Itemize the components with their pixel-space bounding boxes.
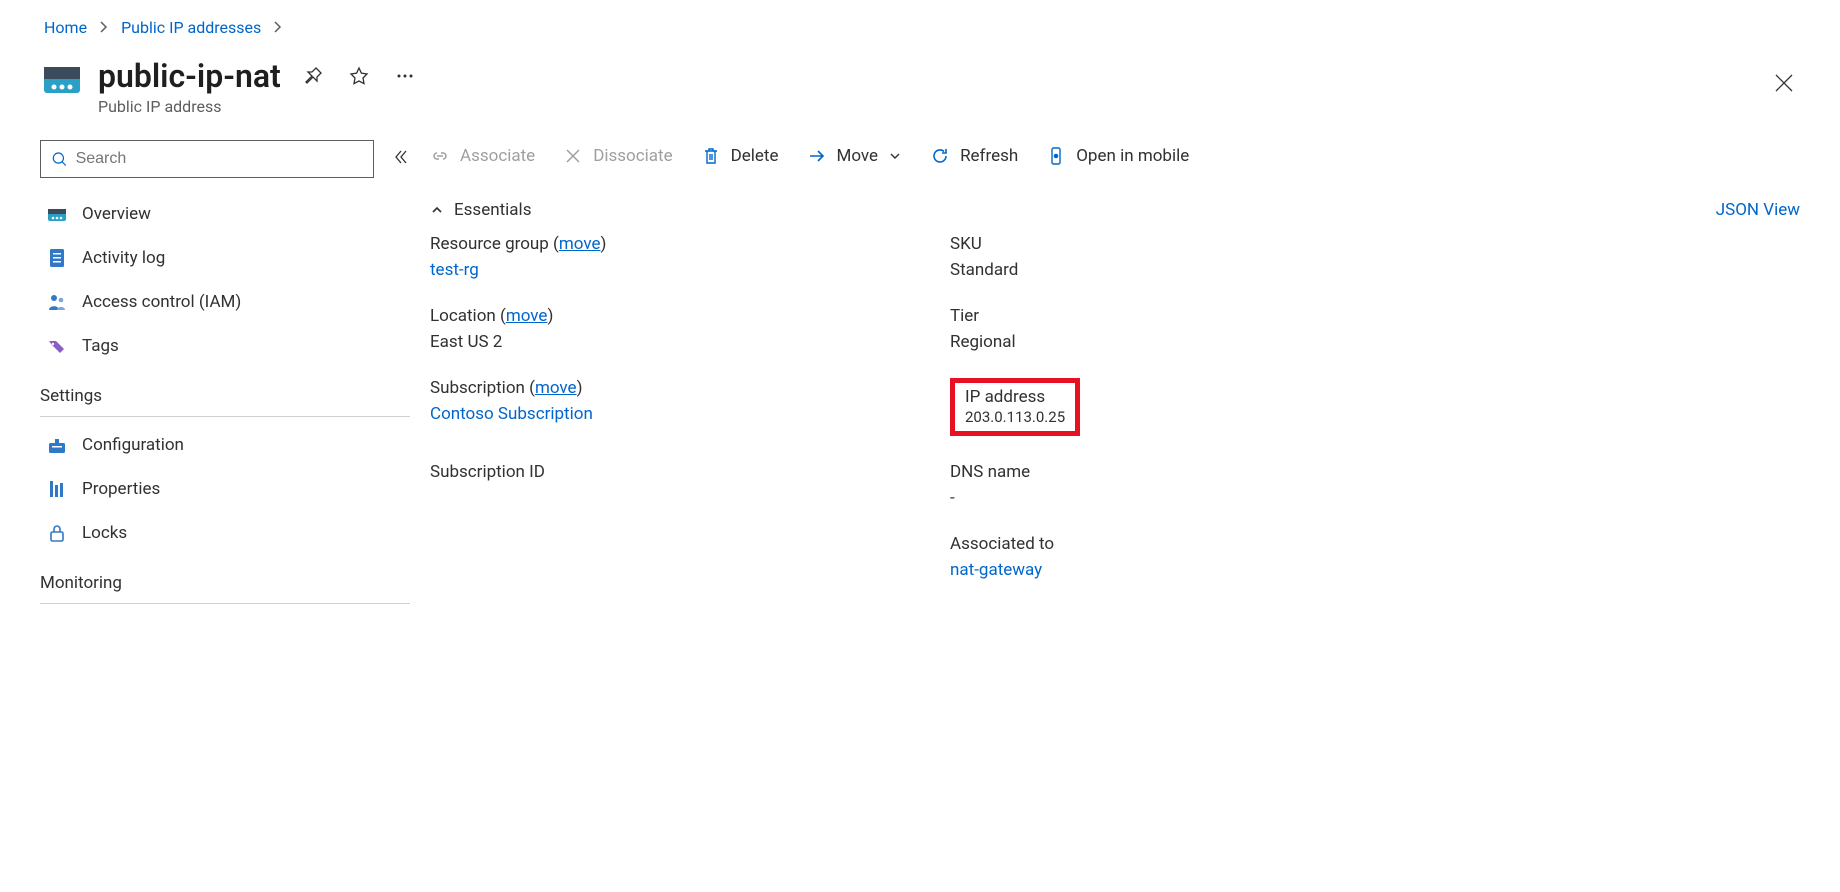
toolbar: Associate Dissociate Delete Move Refresh [430,140,1800,186]
refresh-icon [930,146,950,166]
sidebar-item-locks[interactable]: Locks [40,511,410,555]
delete-button[interactable]: Delete [701,146,779,166]
sidebar-item-label: Access control (IAM) [82,292,241,312]
essentials-header: Essentials JSON View [430,186,1800,234]
subscription-link[interactable]: Contoso Subscription [430,404,950,424]
breadcrumb-sep-icon [273,18,283,37]
chevron-up-icon [430,203,444,217]
ess-location: Location (move) East US 2 [430,306,950,352]
ess-tier: Tier Regional [950,306,1800,352]
page-subtitle: Public IP address [98,97,419,116]
sidebar-item-configuration[interactable]: Configuration [40,423,410,467]
section-monitoring: Monitoring [40,555,410,604]
sidebar-item-overview[interactable]: Overview [40,192,410,236]
tags-icon [46,335,68,357]
ess-sku: SKU Standard [950,234,1800,280]
ess-associated-to: Associated to nat-gateway [950,534,1800,580]
public-ip-icon [40,57,84,101]
sidebar-item-label: Locks [82,523,127,543]
iam-icon [46,291,68,313]
associate-button: Associate [430,146,535,166]
arrow-right-icon [807,146,827,166]
sidebar-item-label: Activity log [82,248,165,268]
ess-subscription-id: Subscription ID [430,462,950,508]
highlight-box: IP address 203.0.113.0.25 [950,378,1080,436]
sidebar-item-access-control[interactable]: Access control (IAM) [40,280,410,324]
chevron-down-icon [888,149,902,163]
sidebar-item-label: Tags [82,336,119,356]
sidebar-item-tags[interactable]: Tags [40,324,410,368]
ess-subscription: Subscription (move) Contoso Subscription [430,378,950,436]
search-input[interactable] [40,140,374,178]
sidebar: Overview Activity log Access control (IA… [0,140,430,610]
sidebar-item-activity-log[interactable]: Activity log [40,236,410,280]
move-link[interactable]: move [535,378,577,398]
ess-resource-group: Resource group (move) test-rg [430,234,950,280]
pin-button[interactable] [299,62,327,90]
sidebar-item-label: Overview [82,204,151,224]
x-icon [563,146,583,166]
open-mobile-button[interactable]: Open in mobile [1046,146,1189,166]
mobile-icon [1046,146,1066,166]
json-view-link[interactable]: JSON View [1716,200,1800,220]
breadcrumb: Home Public IP addresses [0,0,1840,47]
move-link[interactable]: move [559,234,601,254]
essentials-toggle[interactable]: Essentials [430,200,531,220]
locks-icon [46,522,68,544]
sidebar-item-label: Properties [82,479,160,499]
breadcrumb-home[interactable]: Home [44,18,87,37]
configuration-icon [46,434,68,456]
sidebar-item-label: Configuration [82,435,184,455]
activity-log-icon [46,247,68,269]
ess-ip-address: IP address 203.0.113.0.25 [950,378,1800,436]
breadcrumb-parent[interactable]: Public IP addresses [121,18,261,37]
section-settings: Settings [40,368,410,417]
essentials-grid: Resource group (move) test-rg SKU Standa… [430,234,1800,580]
close-button[interactable] [1768,67,1800,99]
sidebar-item-properties[interactable]: Properties [40,467,410,511]
collapse-sidebar-button[interactable] [392,148,410,170]
move-link[interactable]: move [506,306,548,326]
ess-dns-name: DNS name - [950,462,1800,508]
overview-icon [46,203,68,225]
trash-icon [701,146,721,166]
refresh-button[interactable]: Refresh [930,146,1018,166]
dissociate-button: Dissociate [563,146,672,166]
breadcrumb-sep-icon [99,18,109,37]
main-content: Associate Dissociate Delete Move Refresh [430,140,1840,610]
move-button[interactable]: Move [807,146,903,166]
properties-icon [46,478,68,500]
associated-to-link[interactable]: nat-gateway [950,560,1800,580]
resource-group-link[interactable]: test-rg [430,260,950,280]
more-button[interactable] [391,62,419,90]
star-button[interactable] [345,62,373,90]
search-icon [51,150,68,168]
page-title: public-ip-nat [98,57,281,95]
page-header: public-ip-nat Public IP address [0,47,1840,140]
link-icon [430,146,450,166]
